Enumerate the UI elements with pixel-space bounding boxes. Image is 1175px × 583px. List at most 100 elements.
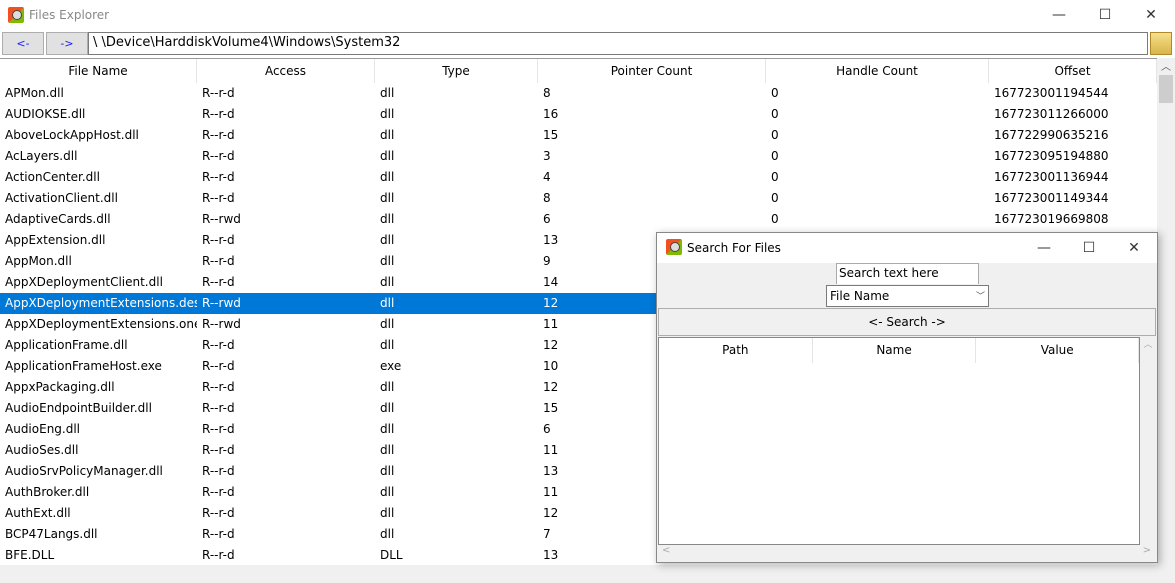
- type-cell: dll: [380, 254, 395, 268]
- file-name-cell: ApplicationFrame.dll: [5, 338, 128, 352]
- vertical-scrollbar[interactable]: ︿: [1157, 58, 1175, 565]
- column-header[interactable]: File Name: [0, 59, 197, 83]
- dialog-maximize-button[interactable]: ☐: [1066, 233, 1112, 263]
- type-cell: dll: [380, 212, 395, 226]
- file-name-cell: AcLayers.dll: [5, 149, 78, 163]
- horizontal-scrollbar[interactable]: [0, 565, 1175, 583]
- app-icon: [666, 239, 682, 255]
- scroll-thumb[interactable]: [1159, 75, 1173, 103]
- dialog-title-bar: Search For Files — ☐ ✕: [657, 233, 1157, 263]
- table-row[interactable]: AdaptiveCards.dll R--rwd dll 6 0 167723019669…: [0, 209, 1157, 230]
- file-name-cell: AppxPackaging.dll: [5, 380, 115, 394]
- file-name-cell: AppXDeploymentExtensions.des: [5, 296, 197, 310]
- access-cell: R--r-d: [202, 149, 235, 163]
- file-name-cell: AUDIOKSE.dll: [5, 107, 86, 121]
- offset-cell: 167723001149344: [994, 191, 1109, 205]
- file-name-cell: ActionCenter.dll: [5, 170, 100, 184]
- forward-button[interactable]: ->: [46, 32, 88, 55]
- column-header[interactable]: Access: [197, 59, 375, 83]
- search-input[interactable]: Search text here: [836, 263, 979, 284]
- search-field-select[interactable]: File Name ﹀: [826, 285, 989, 307]
- type-cell: dll: [380, 485, 395, 499]
- file-name-cell: ActivationClient.dll: [5, 191, 118, 205]
- app-icon: [8, 7, 24, 23]
- file-name-cell: AppExtension.dll: [5, 233, 106, 247]
- pointer-count-cell: 6: [543, 212, 551, 226]
- scroll-up-icon[interactable]: ︿: [1143, 340, 1152, 350]
- results-column-header[interactable]: Path: [659, 338, 813, 363]
- table-row[interactable]: ActionCenter.dll R--r-d dll 4 0 1677230011369…: [0, 167, 1157, 188]
- type-cell: dll: [380, 296, 395, 310]
- file-name-cell: AudioSes.dll: [5, 443, 79, 457]
- access-cell: R--r-d: [202, 464, 235, 478]
- results-column-header[interactable]: Name: [813, 338, 977, 363]
- file-name-cell: AuthExt.dll: [5, 506, 71, 520]
- file-name-cell: AudioEng.dll: [5, 422, 81, 436]
- file-name-cell: AdaptiveCards.dll: [5, 212, 111, 226]
- type-cell: dll: [380, 443, 395, 457]
- maximize-button[interactable]: ☐: [1082, 0, 1128, 30]
- access-cell: R--r-d: [202, 506, 235, 520]
- offset-cell: 167723001194544: [994, 86, 1109, 100]
- access-cell: R--r-d: [202, 548, 235, 562]
- access-cell: R--r-d: [202, 233, 235, 247]
- access-cell: R--r-d: [202, 380, 235, 394]
- results-header: Path Name Value: [659, 338, 1139, 363]
- offset-cell: 167723095194880: [994, 149, 1109, 163]
- results-horizontal-scrollbar[interactable]: < >: [658, 545, 1156, 562]
- file-name-cell: AppXDeploymentClient.dll: [5, 275, 163, 289]
- table-row[interactable]: AboveLockAppHost.dll R--r-d dll 15 0 16772299…: [0, 125, 1157, 146]
- column-header[interactable]: Handle Count: [766, 59, 989, 83]
- file-name-cell: AboveLockAppHost.dll: [5, 128, 139, 142]
- handle-count-cell: 0: [771, 107, 779, 121]
- results-vertical-scrollbar[interactable]: ︿: [1140, 337, 1156, 545]
- type-cell: dll: [380, 338, 395, 352]
- access-cell: R--rwd: [202, 296, 241, 310]
- access-cell: R--rwd: [202, 317, 241, 331]
- access-cell: R--r-d: [202, 86, 235, 100]
- offset-cell: 167723019669808: [994, 212, 1109, 226]
- access-cell: R--r-d: [202, 128, 235, 142]
- column-header[interactable]: Type: [375, 59, 538, 83]
- table-row[interactable]: AcLayers.dll R--r-d dll 3 0 167723095194880: [0, 146, 1157, 167]
- scroll-left-icon[interactable]: <: [658, 545, 670, 556]
- close-button[interactable]: ✕: [1128, 0, 1174, 30]
- type-cell: dll: [380, 233, 395, 247]
- minimize-button[interactable]: —: [1036, 0, 1082, 30]
- access-cell: R--r-d: [202, 191, 235, 205]
- type-cell: dll: [380, 149, 395, 163]
- file-name-cell: AuthBroker.dll: [5, 485, 90, 499]
- table-header: File Name Access Type Pointer Count Handle C…: [0, 59, 1157, 83]
- type-cell: dll: [380, 86, 395, 100]
- access-cell: R--r-d: [202, 338, 235, 352]
- folder-icon[interactable]: [1150, 32, 1172, 55]
- pointer-count-cell: 4: [543, 170, 551, 184]
- table-row[interactable]: APMon.dll R--r-d dll 8 0 167723001194544: [0, 83, 1157, 104]
- search-field-value: File Name: [830, 289, 890, 303]
- offset-cell: 167723011266000: [994, 107, 1109, 121]
- title-bar: Files Explorer — ☐ ✕: [0, 0, 1175, 30]
- search-button[interactable]: <- Search ->: [658, 308, 1156, 336]
- type-cell: dll: [380, 506, 395, 520]
- search-dialog: Search For Files — ☐ ✕ Search text here …: [656, 232, 1158, 563]
- access-cell: R--r-d: [202, 107, 235, 121]
- pointer-count-cell: 3: [543, 149, 551, 163]
- table-row[interactable]: AUDIOKSE.dll R--r-d dll 16 0 167723011266000: [0, 104, 1157, 125]
- dialog-close-button[interactable]: ✕: [1111, 233, 1157, 263]
- access-cell: R--r-d: [202, 443, 235, 457]
- pointer-count-cell: 8: [543, 86, 551, 100]
- column-header[interactable]: Pointer Count: [538, 59, 766, 83]
- access-cell: R--r-d: [202, 170, 235, 184]
- path-input[interactable]: \ \Device\HarddiskVolume4\Windows\System…: [88, 32, 1148, 55]
- column-header[interactable]: Offset: [989, 59, 1157, 83]
- access-cell: R--r-d: [202, 527, 235, 541]
- table-row[interactable]: ActivationClient.dll R--r-d dll 8 0 167723001…: [0, 188, 1157, 209]
- type-cell: dll: [380, 401, 395, 415]
- type-cell: dll: [380, 422, 395, 436]
- back-button[interactable]: <-: [2, 32, 44, 55]
- dialog-minimize-button[interactable]: —: [1021, 233, 1067, 263]
- scroll-up-icon[interactable]: ︿: [1157, 58, 1175, 75]
- scroll-right-icon[interactable]: >: [1143, 545, 1151, 556]
- results-column-header[interactable]: Value: [976, 338, 1139, 363]
- file-name-cell: AudioEndpointBuilder.dll: [5, 401, 152, 415]
